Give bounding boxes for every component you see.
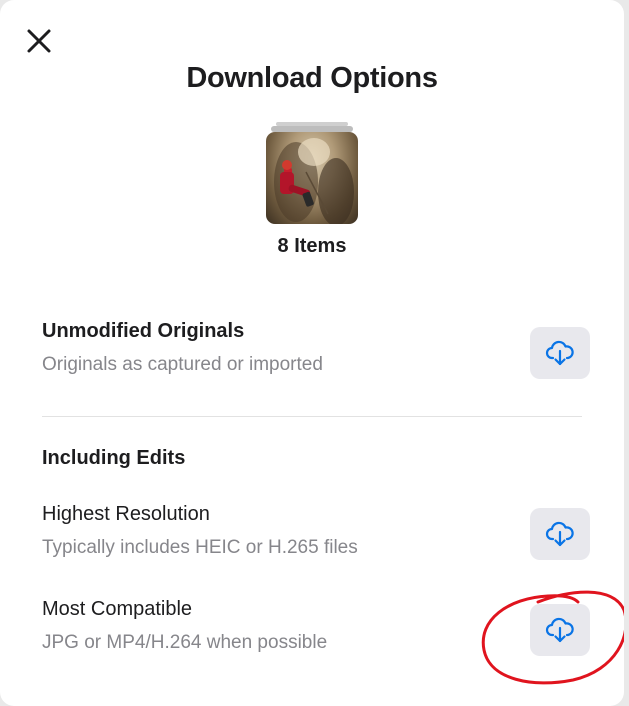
cloud-download-icon [545,521,574,547]
close-icon [27,29,51,53]
photo-stack [266,122,358,224]
including-edits-heading: Including Edits [42,447,186,469]
items-count: 8 Items [277,235,347,257]
most-compatible-title: Most Compatible [42,598,193,620]
download-options-dialog: Download Options 8 Items Unmodified Orig… [0,0,624,706]
highest-resolution-title: Highest Resolution [42,503,210,525]
divider [42,416,582,417]
cloud-download-icon [545,340,574,366]
unmodified-originals-title: Unmodified Originals [42,320,245,342]
annotation-circle [481,590,624,685]
most-compatible-subtitle: JPG or MP4/H.264 when possible [42,632,328,653]
download-highest-resolution-button[interactable] [530,508,590,560]
unmodified-originals-subtitle: Originals as captured or imported [42,354,323,375]
dialog-title: Download Options [186,62,438,94]
photo-thumbnail [266,132,358,224]
download-unmodified-button[interactable] [530,327,590,379]
close-button[interactable] [24,26,54,56]
highest-resolution-subtitle: Typically includes HEIC or H.265 files [42,537,358,558]
